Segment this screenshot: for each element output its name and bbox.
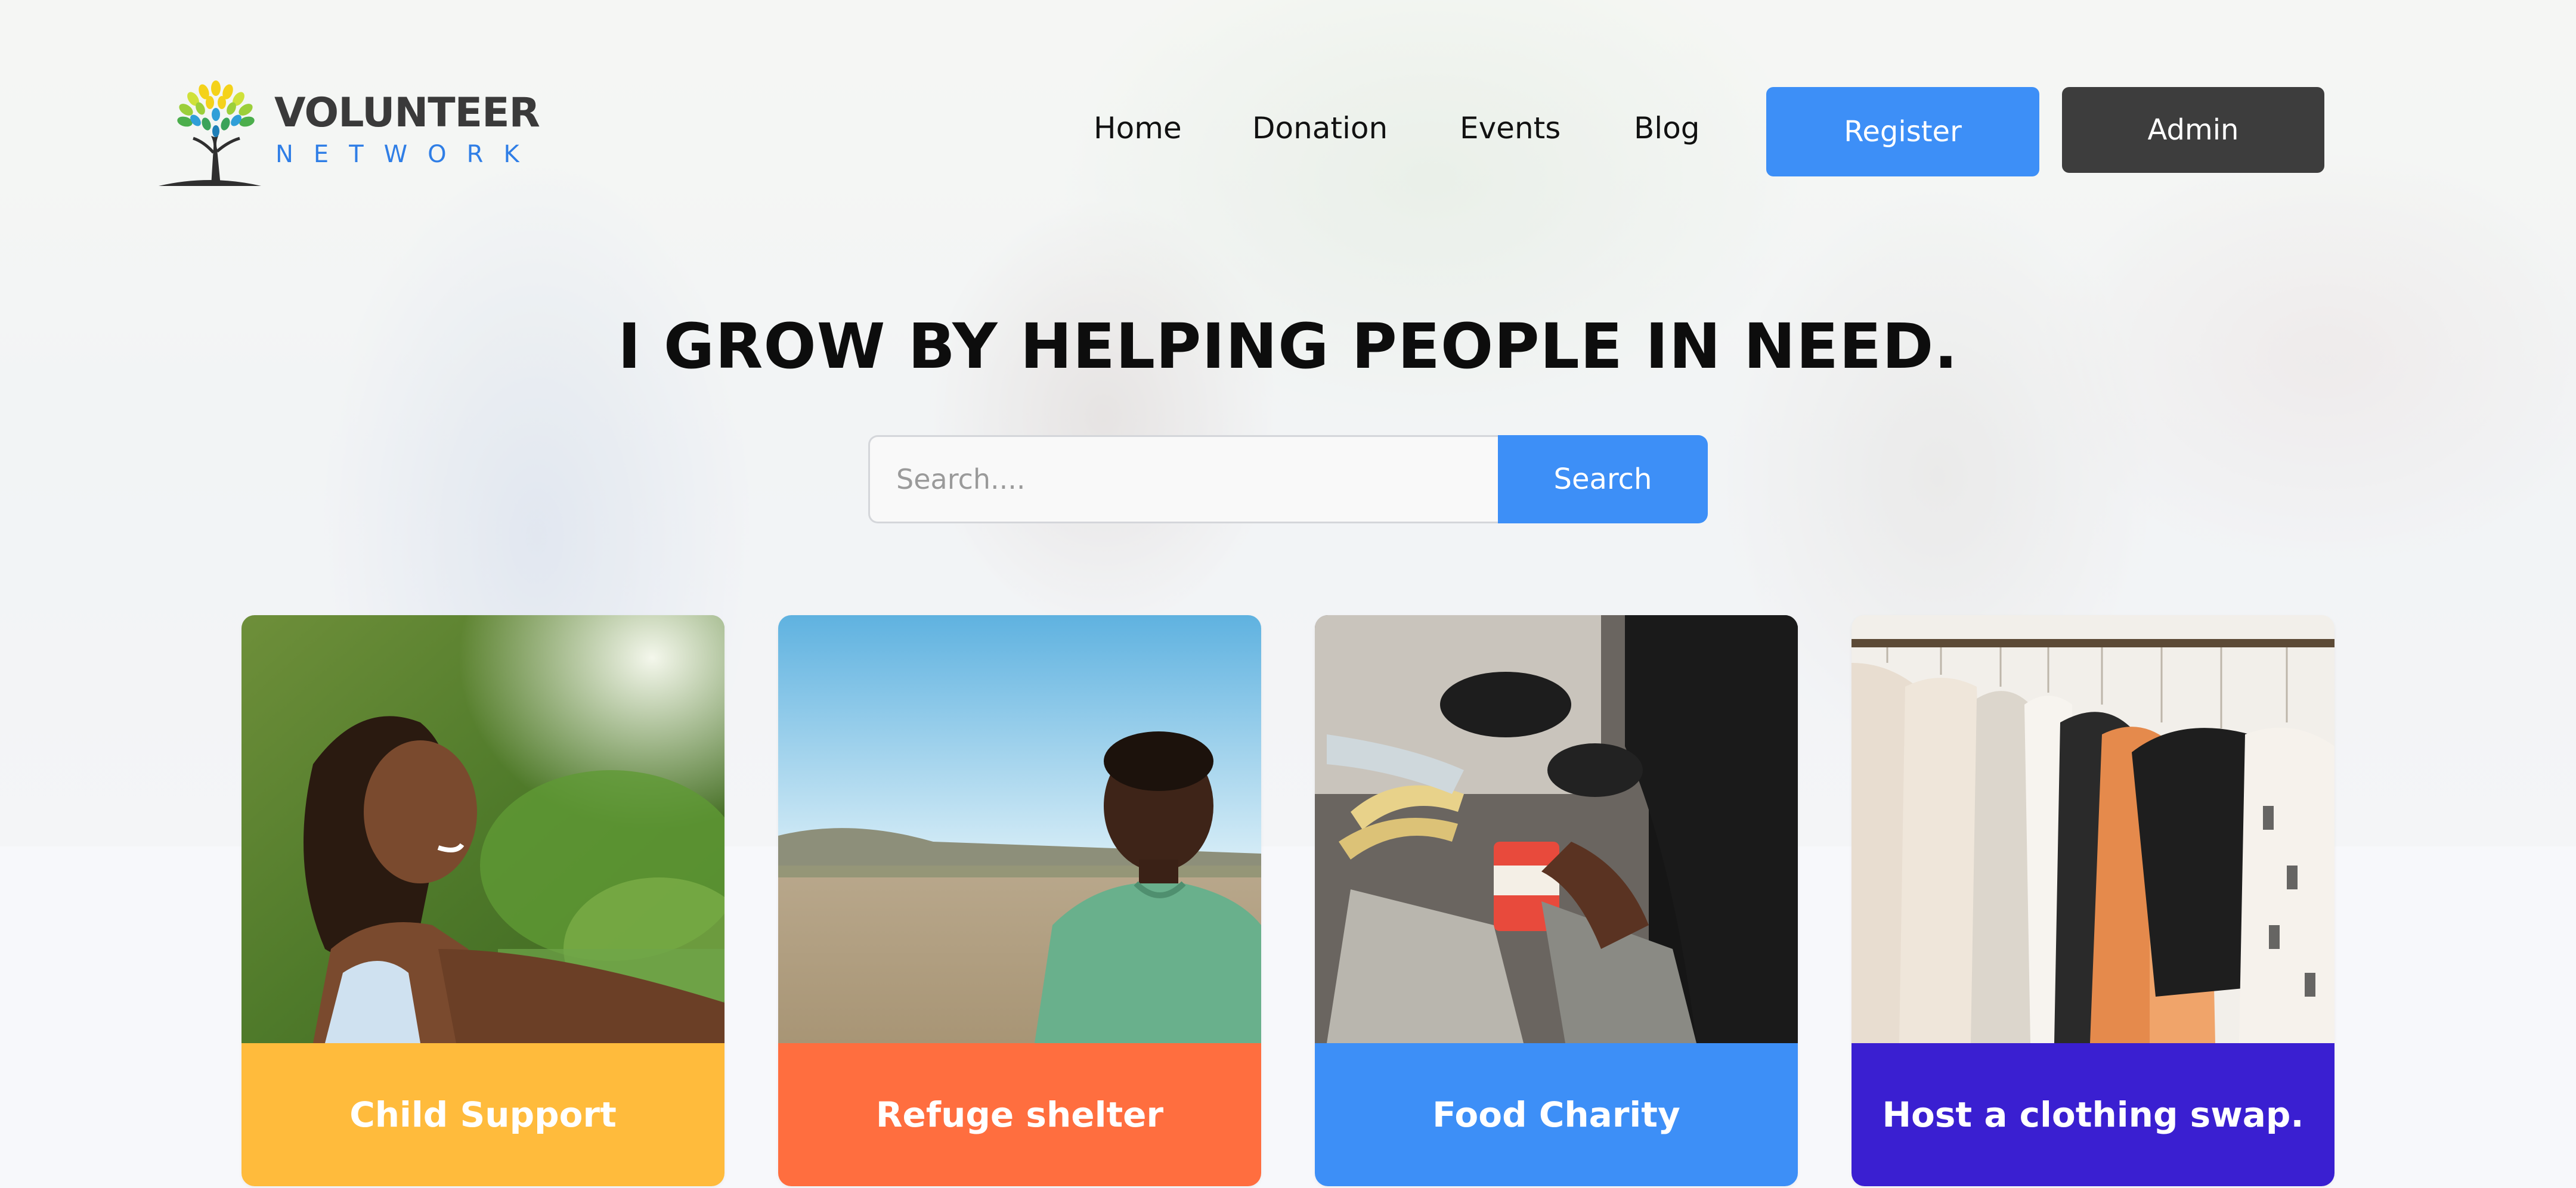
brand-logo[interactable]: VOLUNTEER NETWORK (156, 76, 540, 196)
page: VOLUNTEER NETWORK Home Donation Events B… (0, 0, 2576, 1188)
card-label: Host a clothing swap. (1852, 1043, 2334, 1186)
nav-link-donation[interactable]: Donation (1252, 111, 1388, 145)
brand-name: VOLUNTEER (274, 89, 540, 137)
card-image-girl-smiling (242, 615, 724, 1043)
card-label: Child Support (242, 1043, 724, 1186)
nav-link-home[interactable]: Home (1094, 111, 1182, 145)
search-input[interactable] (868, 435, 1498, 523)
card-label: Refuge shelter (778, 1043, 1261, 1186)
brand-tagline: NETWORK (275, 141, 540, 168)
nav-link-events[interactable]: Events (1460, 111, 1561, 145)
card-food-charity[interactable]: Food Charity (1315, 615, 1798, 1186)
hero-headline: I GROW BY HELPING PEOPLE IN NEED. (618, 310, 1958, 383)
search-bar: Search (868, 435, 1708, 523)
card-label: Food Charity (1315, 1043, 1798, 1186)
card-image-clothes-rack (1852, 615, 2334, 1043)
search-button[interactable]: Search (1498, 435, 1708, 523)
register-button[interactable]: Register (1766, 87, 2039, 176)
nav-link-blog[interactable]: Blog (1634, 111, 1700, 145)
card-clothing-swap[interactable]: Host a clothing swap. (1852, 615, 2334, 1186)
admin-button[interactable]: Admin (2062, 87, 2324, 173)
card-image-boy-in-field (778, 615, 1261, 1043)
card-refuge-shelter[interactable]: Refuge shelter (778, 615, 1261, 1186)
card-image-food-donation (1315, 615, 1798, 1043)
card-child-support[interactable]: Child Support (242, 615, 724, 1186)
tree-icon (159, 80, 261, 186)
